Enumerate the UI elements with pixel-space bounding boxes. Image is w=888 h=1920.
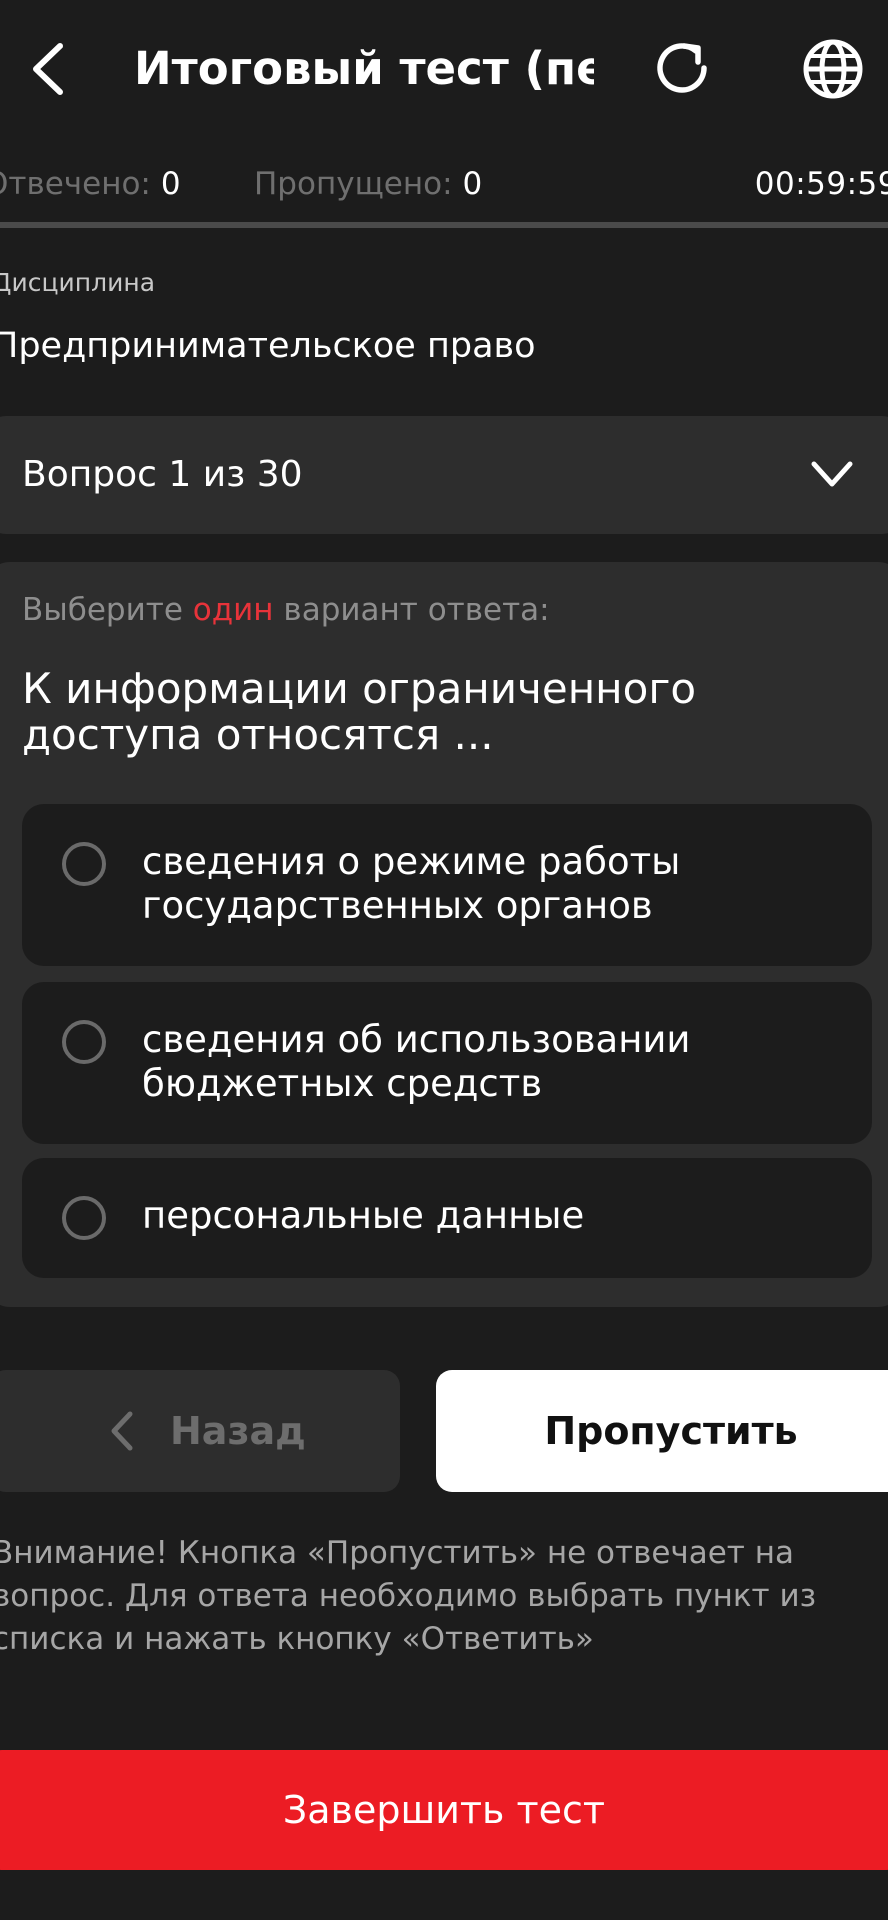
radio-button[interactable] bbox=[62, 1020, 106, 1064]
skip-button[interactable]: Пропустить bbox=[436, 1370, 888, 1492]
question-card: Выберите один вариант ответа: К информац… bbox=[0, 562, 888, 1307]
answer-instruction: Выберите один вариант ответа: bbox=[22, 592, 550, 628]
skipped-stat: Пропущено: 0 bbox=[254, 158, 482, 210]
finish-test-button[interactable]: Завершить тест bbox=[0, 1750, 888, 1870]
answer-option[interactable]: сведения об использовании бюджетных сред… bbox=[22, 982, 872, 1144]
instruction-accent: один bbox=[192, 592, 274, 628]
answered-label: Отвечено: bbox=[0, 166, 151, 202]
answer-option-label: сведения об использовании бюджетных сред… bbox=[142, 1018, 691, 1105]
page-title: Итоговый тест (пе... bbox=[134, 42, 594, 95]
back-button[interactable]: Назад bbox=[0, 1370, 400, 1492]
chevron-left-icon[interactable] bbox=[26, 40, 70, 98]
discipline-label: Дисциплина bbox=[0, 268, 156, 297]
skipped-value: 0 bbox=[462, 166, 483, 202]
chevron-left-icon bbox=[111, 1411, 133, 1451]
answered-value: 0 bbox=[160, 166, 181, 202]
timer: 00:59:59 bbox=[754, 166, 888, 202]
answer-option-label: персональные данные bbox=[142, 1194, 585, 1237]
instruction-text: Выберите bbox=[22, 592, 193, 628]
answer-option-label: сведения о режиме работы государственных… bbox=[142, 840, 681, 927]
instruction-text-end: вариант ответа: bbox=[273, 592, 550, 628]
radio-button[interactable] bbox=[62, 1196, 106, 1240]
question-selector[interactable]: Вопрос 1 из 30 bbox=[0, 416, 888, 534]
refresh-icon[interactable] bbox=[652, 36, 716, 100]
question-selector-label: Вопрос 1 из 30 bbox=[22, 454, 303, 495]
globe-icon[interactable] bbox=[800, 36, 866, 102]
skipped-label: Пропущено: bbox=[254, 166, 453, 202]
chevron-down-icon bbox=[811, 461, 853, 487]
warning-text: Внимание! Кнопка «Пропустить» не отвечае… bbox=[0, 1535, 817, 1657]
answer-option[interactable]: персональные данные bbox=[22, 1158, 872, 1278]
test-stats: Отвечено: 0 Пропущено: 0 00:59:59 bbox=[0, 158, 888, 210]
answered-stat: Отвечено: 0 bbox=[0, 158, 181, 210]
progress-bar bbox=[0, 222, 888, 228]
back-button-label: Назад bbox=[170, 1409, 306, 1453]
discipline-value: Предпринимательское право bbox=[0, 326, 536, 366]
answer-option[interactable]: сведения о режиме работы государственных… bbox=[22, 804, 872, 966]
question-text: К информации ограниченного доступа относ… bbox=[22, 664, 697, 759]
header: Итоговый тест (пе... bbox=[0, 0, 888, 140]
radio-button[interactable] bbox=[62, 842, 106, 886]
